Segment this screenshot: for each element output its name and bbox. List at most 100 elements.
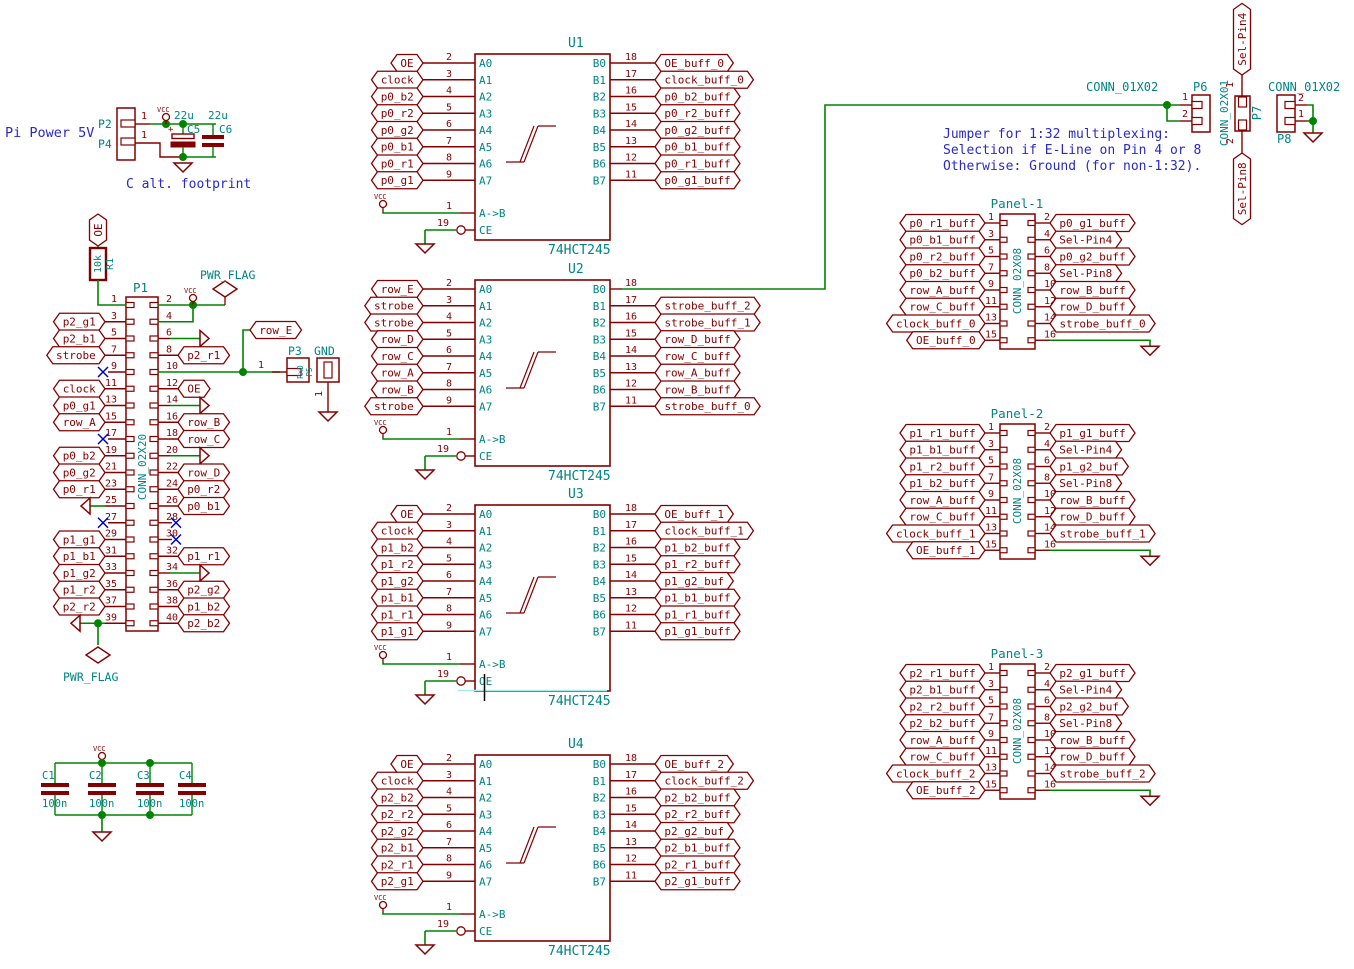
capacitor-c1[interactable]: C1100n bbox=[41, 763, 69, 815]
gnd-symbol[interactable] bbox=[200, 565, 209, 581]
gnd-symbol[interactable] bbox=[416, 244, 434, 253]
net-label-p2_b1[interactable]: p2_b1 bbox=[54, 330, 106, 347]
vcc-symbol[interactable]: VCC bbox=[374, 419, 387, 437]
net-label-p0_g2[interactable]: p0_g2 bbox=[54, 464, 106, 481]
net-label-clock[interactable]: clock bbox=[372, 71, 424, 88]
net-label-p1_g2_buf[interactable]: p1_g2_buf bbox=[655, 573, 733, 590]
connector-panel-3[interactable]: Panel-3CONN_02X081p2_r1_buff3p2_b1_buff5… bbox=[887, 646, 1159, 805]
net-label-clock_buff_2[interactable]: clock_buff_2 bbox=[887, 765, 985, 782]
net-label-clock[interactable]: clock bbox=[372, 772, 424, 789]
gnd-symbol[interactable] bbox=[416, 695, 434, 704]
gnd-symbol[interactable] bbox=[200, 398, 209, 414]
gnd-symbol[interactable] bbox=[416, 470, 434, 479]
net-label-p0_g2[interactable]: p0_g2 bbox=[372, 122, 424, 139]
gnd-symbol[interactable] bbox=[200, 331, 209, 347]
gnd-symbol[interactable] bbox=[81, 498, 90, 514]
capacitor-c5[interactable]: +22uC5 bbox=[168, 109, 200, 157]
net-label-clock_buff_1[interactable]: clock_buff_1 bbox=[887, 525, 985, 542]
net-label-p0_r2_buff[interactable]: p0_r2_buff bbox=[900, 248, 985, 265]
net-label-p0_r2[interactable]: p0_r2 bbox=[372, 105, 424, 122]
net-label-p1_b2[interactable]: p1_b2 bbox=[372, 539, 424, 556]
net-label-p2_r2_buff[interactable]: p2_r2_buff bbox=[655, 806, 740, 823]
connector-p8[interactable]: 21CONN_01X02P8 bbox=[1268, 80, 1340, 146]
net-label-p2_b1_buff[interactable]: p2_b1_buff bbox=[655, 839, 740, 856]
net-label-row_C[interactable]: row_C bbox=[178, 431, 230, 448]
gnd-symbol[interactable] bbox=[1141, 796, 1159, 805]
net-label-Sel-Pin8[interactable]: Sel-Pin8 bbox=[1050, 475, 1122, 492]
net-label-row_C[interactable]: row_C bbox=[372, 348, 424, 365]
net-label-row_D_buff[interactable]: row_D_buff bbox=[1050, 748, 1135, 765]
net-label-p0_g1_buff[interactable]: p0_g1_buff bbox=[655, 172, 740, 189]
net-label-p1_r1_buff[interactable]: p1_r1_buff bbox=[900, 425, 985, 442]
net-label-p1_g1_buff[interactable]: p1_g1_buff bbox=[655, 623, 740, 640]
net-label-clock_buff_0[interactable]: clock_buff_0 bbox=[887, 315, 985, 332]
net-label-p2_r1_buff[interactable]: p2_r1_buff bbox=[900, 665, 985, 682]
gnd-symbol[interactable] bbox=[416, 945, 434, 954]
connector-p3-p5[interactable]: 1P3RxDP5GND1 bbox=[258, 344, 339, 421]
net-label-vertical[interactable]: OE bbox=[90, 214, 107, 246]
pullup-r1[interactable]: OE10kR1 bbox=[90, 214, 117, 280]
net-label-p1_g1[interactable]: p1_g1 bbox=[54, 531, 106, 548]
net-label-p2_g1_buff[interactable]: p2_g1_buff bbox=[1050, 665, 1135, 682]
net-label-p0_b1_buff[interactable]: p0_b1_buff bbox=[655, 138, 740, 155]
net-label-row_C_buff[interactable]: row_C_buff bbox=[655, 348, 740, 365]
net-label-clock[interactable]: clock bbox=[372, 522, 424, 539]
net-label-p1_r1[interactable]: p1_r1 bbox=[178, 548, 230, 565]
net-label-p2_b1_buff[interactable]: p2_b1_buff bbox=[900, 681, 985, 698]
net-label-strobe_buff_1[interactable]: strobe_buff_1 bbox=[1050, 525, 1155, 542]
net-label-Sel-Pin8[interactable]: Sel-Pin8 bbox=[1234, 153, 1251, 225]
net-label-strobe_buff_0[interactable]: strobe_buff_0 bbox=[1050, 315, 1155, 332]
net-label-row_D_buff[interactable]: row_D_buff bbox=[655, 331, 740, 348]
vcc-symbol[interactable]: VCC bbox=[374, 193, 387, 211]
net-label-row_A[interactable]: row_A bbox=[372, 364, 424, 381]
net-label-p1_b1_buff[interactable]: p1_b1_buff bbox=[655, 589, 740, 606]
net-label-row_B[interactable]: row_B bbox=[178, 414, 230, 431]
net-label-row_A_buff[interactable]: row_A_buff bbox=[900, 732, 985, 749]
net-label-p0_b1[interactable]: p0_b1 bbox=[178, 498, 230, 515]
net-label-clock_buff_2[interactable]: clock_buff_2 bbox=[655, 772, 753, 789]
net-label-Sel-Pin4[interactable]: Sel-Pin4 bbox=[1050, 231, 1122, 248]
net-label-row_C_buff[interactable]: row_C_buff bbox=[900, 508, 985, 525]
net-label-p0_b2[interactable]: p0_b2 bbox=[372, 88, 424, 105]
net-label-p2_g1[interactable]: p2_g1 bbox=[372, 873, 424, 890]
gnd-symbol[interactable] bbox=[93, 832, 111, 841]
net-label-p2_g1_buff[interactable]: p2_g1_buff bbox=[655, 873, 740, 890]
net-label-p0_b2_buff[interactable]: p0_b2_buff bbox=[655, 88, 740, 105]
net-label-p1_b1[interactable]: p1_b1 bbox=[54, 548, 106, 565]
net-label-OE_buff_0[interactable]: OE_buff_0 bbox=[907, 332, 985, 349]
net-label-row_D[interactable]: row_D bbox=[178, 464, 230, 481]
net-label-row_B[interactable]: row_B bbox=[372, 381, 424, 398]
gnd-symbol[interactable] bbox=[174, 163, 192, 172]
net-label-row_A_buff[interactable]: row_A_buff bbox=[900, 282, 985, 299]
net-label-p0_r1[interactable]: p0_r1 bbox=[54, 481, 106, 498]
net-label-p0_g1[interactable]: p0_g1 bbox=[372, 172, 424, 189]
net-label-strobe_buff_2[interactable]: strobe_buff_2 bbox=[1050, 765, 1155, 782]
net-label-p2_r1[interactable]: p2_r1 bbox=[372, 856, 424, 873]
gnd-symbol[interactable] bbox=[1304, 133, 1322, 142]
net-label-p1_r2[interactable]: p1_r2 bbox=[54, 581, 106, 598]
net-label-p1_g2[interactable]: p1_g2 bbox=[54, 565, 106, 582]
net-label-p1_r2_buff[interactable]: p1_r2_buff bbox=[900, 458, 985, 475]
net-label-p2_r2_buff[interactable]: p2_r2_buff bbox=[900, 698, 985, 715]
net-label-p2_b2[interactable]: p2_b2 bbox=[178, 615, 230, 632]
net-label-strobe[interactable]: strobe bbox=[365, 314, 423, 331]
net-label-OE_buff_2[interactable]: OE_buff_2 bbox=[907, 782, 985, 799]
net-label-row_B_buff[interactable]: row_B_buff bbox=[1050, 732, 1135, 749]
net-label-p2_r1[interactable]: p2_r1 bbox=[178, 347, 230, 364]
net-label-OE_buff_1[interactable]: OE_buff_1 bbox=[655, 506, 733, 523]
net-label-OE[interactable]: OE bbox=[90, 214, 107, 246]
net-label-p0_b2[interactable]: p0_b2 bbox=[54, 447, 106, 464]
vcc-symbol[interactable]: VCC bbox=[374, 644, 387, 662]
net-label-p2_g2[interactable]: p2_g2 bbox=[372, 823, 424, 840]
net-label-p2_r1_buff[interactable]: p2_r1_buff bbox=[655, 856, 740, 873]
net-label-p2_b2[interactable]: p2_b2 bbox=[372, 789, 424, 806]
pwr-flag-symbol[interactable]: PWR_FLAG bbox=[63, 647, 118, 684]
net-label-OE[interactable]: OE bbox=[178, 380, 210, 397]
gnd-symbol[interactable] bbox=[1141, 346, 1159, 355]
net-label-row_B_buff[interactable]: row_B_buff bbox=[655, 381, 740, 398]
net-label-p2_g1[interactable]: p2_g1 bbox=[54, 313, 106, 330]
capacitor-c3[interactable]: C3100n bbox=[136, 763, 164, 815]
net-label-OE[interactable]: OE bbox=[391, 506, 423, 523]
net-label-strobe[interactable]: strobe bbox=[365, 398, 423, 415]
net-label-clock_buff_1[interactable]: clock_buff_1 bbox=[655, 522, 753, 539]
